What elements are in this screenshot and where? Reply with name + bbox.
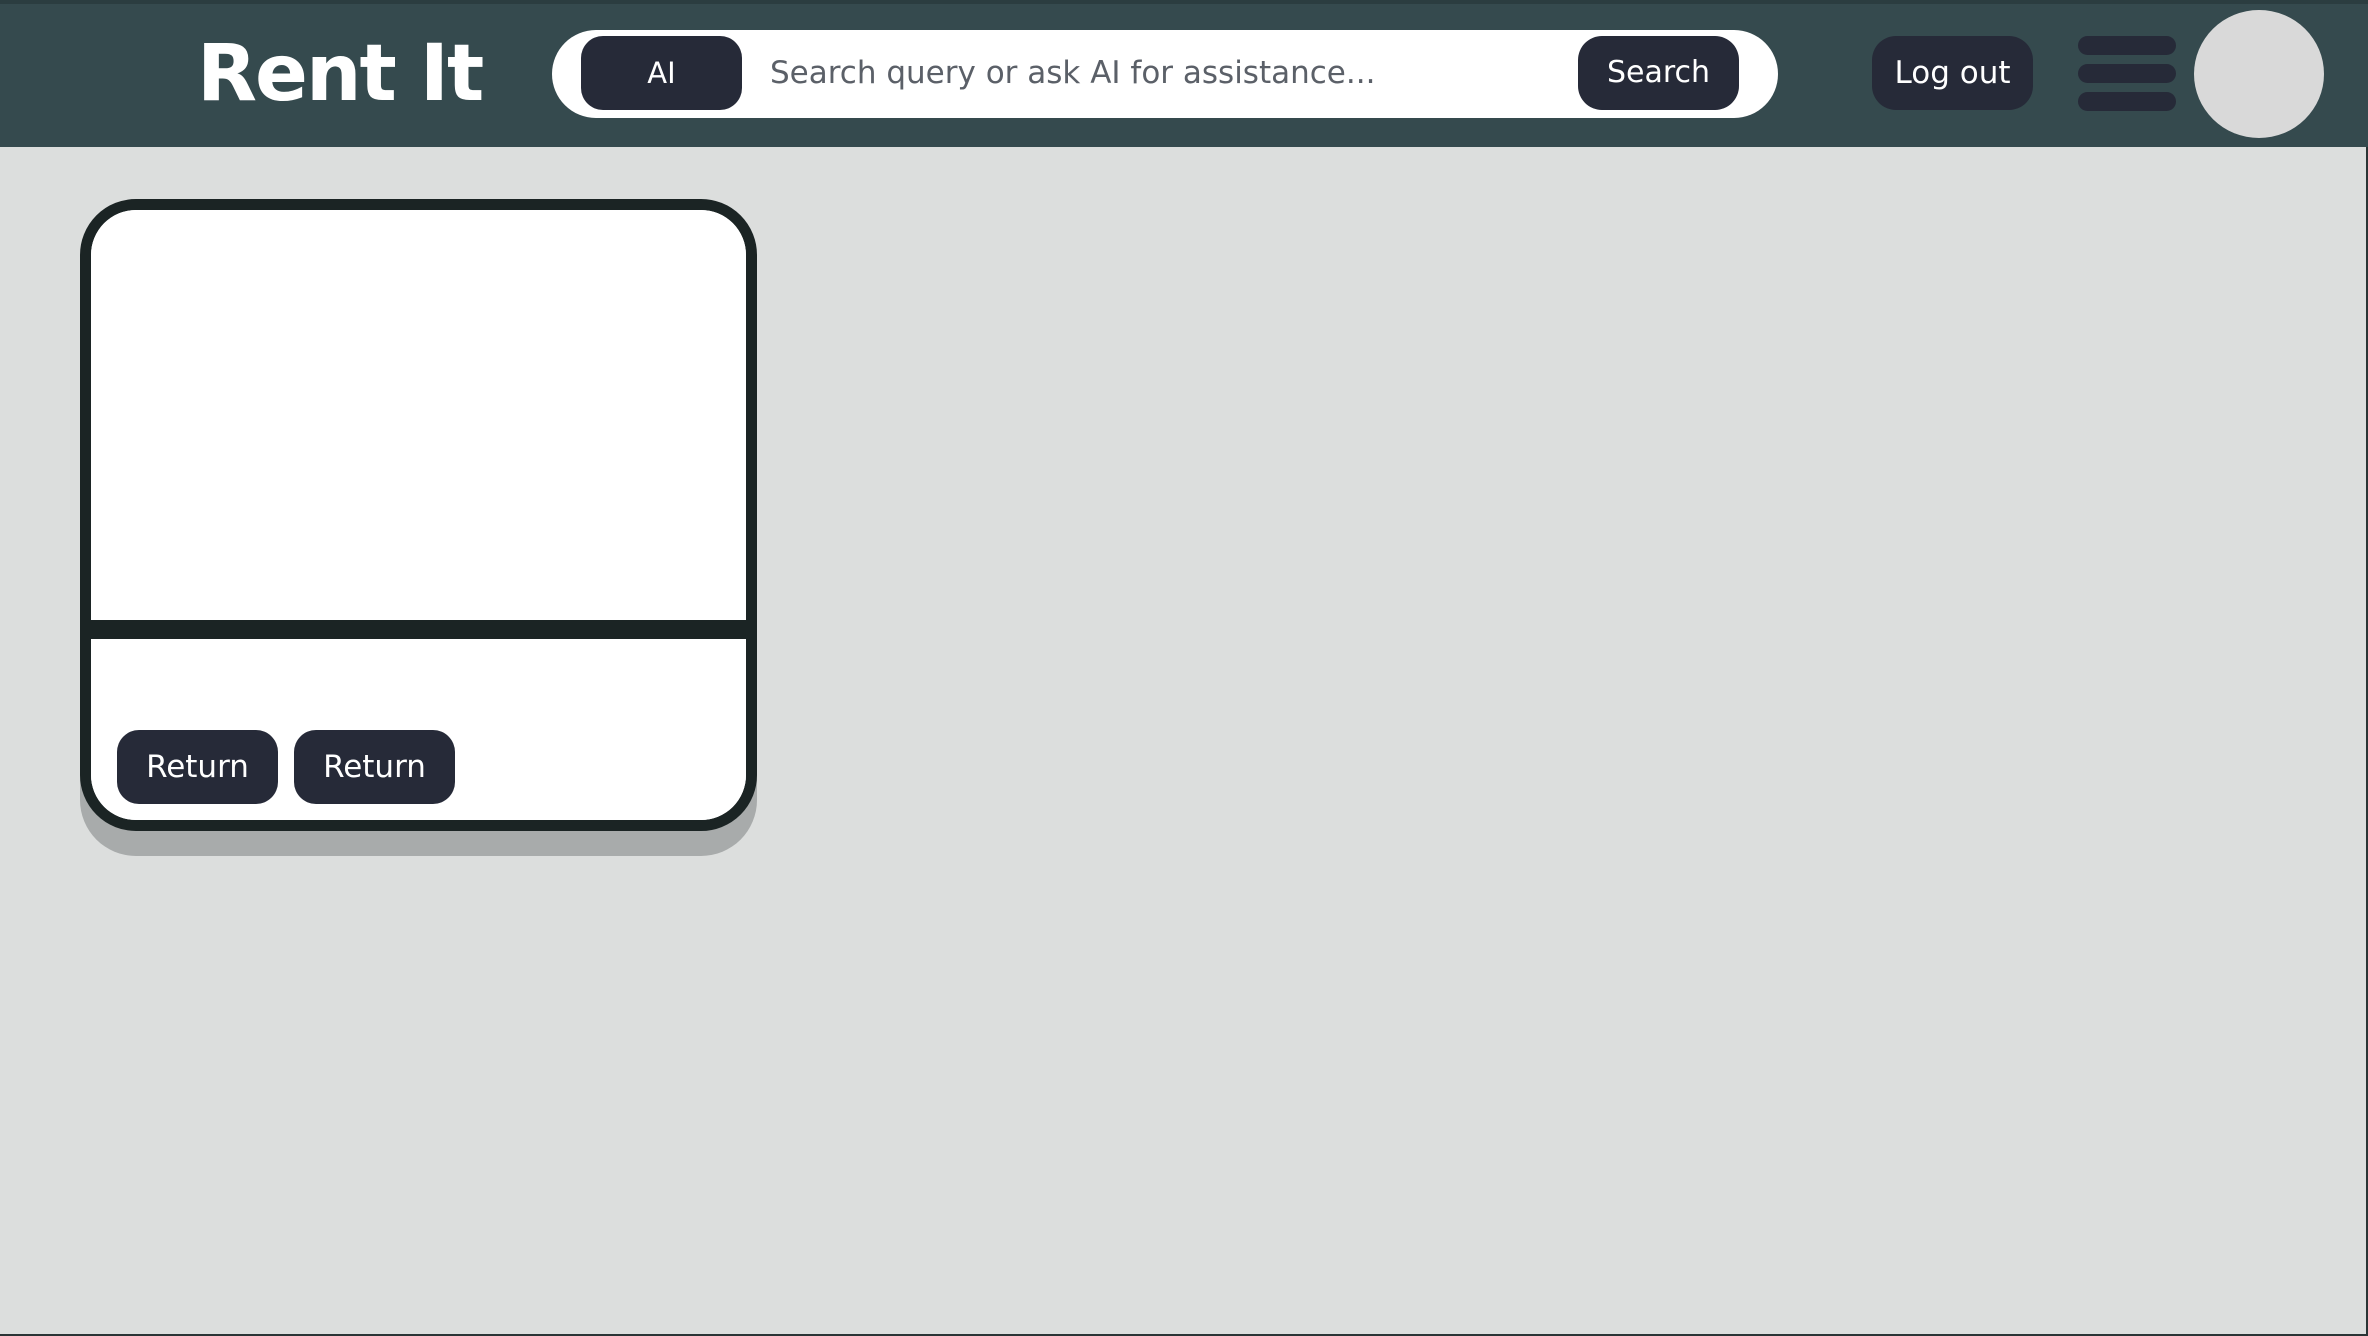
- menu-bar-bottom: [2078, 92, 2176, 111]
- menu-bar-top: [2078, 36, 2176, 55]
- rental-image-placeholder: [91, 210, 746, 620]
- user-avatar[interactable]: [2194, 10, 2324, 138]
- ai-mode-button[interactable]: AI: [581, 36, 742, 110]
- top-navigation-bar: Rent It AI Search Log out: [0, 0, 2368, 147]
- app-window: Rent It AI Search Log out Return Return: [0, 0, 2368, 1336]
- rental-card: Return Return: [80, 199, 757, 831]
- return-button[interactable]: Return: [294, 730, 455, 804]
- card-divider: [91, 620, 746, 639]
- search-button[interactable]: Search: [1578, 36, 1739, 110]
- search-input[interactable]: [770, 40, 1570, 106]
- logout-button[interactable]: Log out: [1872, 36, 2033, 110]
- menu-bar-middle: [2078, 64, 2176, 83]
- search-bar: AI Search: [552, 30, 1778, 118]
- hamburger-menu-icon[interactable]: [2078, 36, 2176, 112]
- return-button[interactable]: Return: [117, 730, 278, 804]
- rental-card-body: Return Return: [91, 639, 746, 820]
- brand-logo[interactable]: Rent It: [197, 26, 484, 122]
